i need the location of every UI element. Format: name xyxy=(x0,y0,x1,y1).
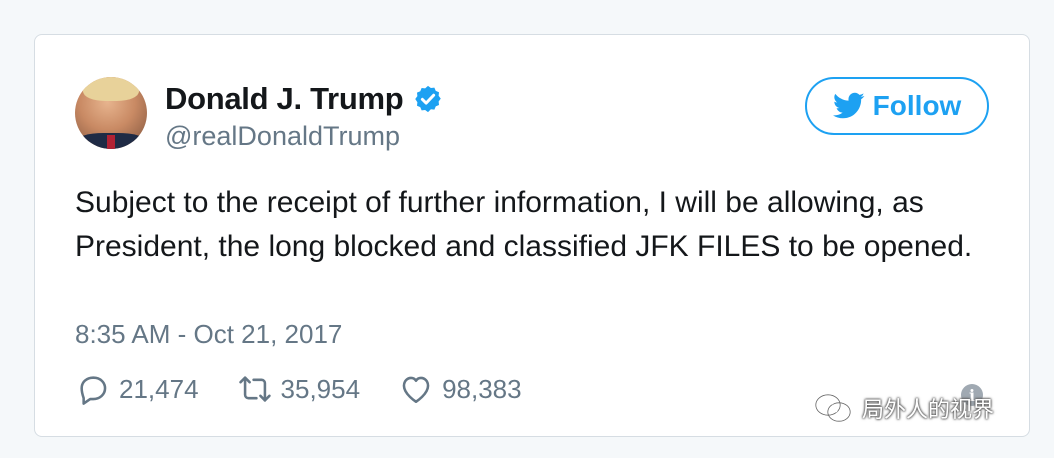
follow-button[interactable]: Follow xyxy=(805,77,989,135)
avatar[interactable] xyxy=(75,77,147,149)
name-row: Donald J. Trump xyxy=(165,81,443,117)
reply-count: 21,474 xyxy=(119,373,199,404)
watermark: 局外人的视界 xyxy=(814,392,994,424)
retweet-count: 35,954 xyxy=(280,373,361,404)
follow-label: Follow xyxy=(872,90,962,121)
verified-badge-icon xyxy=(415,85,442,113)
reply-button[interactable]: 21,474 xyxy=(75,372,199,406)
avatar-tie xyxy=(107,135,115,149)
tweet-text: Subject to the receipt of further inform… xyxy=(75,186,973,263)
like-icon xyxy=(402,376,430,404)
wechat-icon xyxy=(815,394,851,422)
like-count: 98,383 xyxy=(442,373,522,404)
watermark-text: 局外人的视界 xyxy=(862,397,995,422)
tweet-actions: 21,474 35,954 98,383 xyxy=(75,372,560,406)
user-handle[interactable]: @realDonaldTrump xyxy=(165,121,400,152)
retweet-icon xyxy=(238,376,271,402)
retweet-button[interactable]: 35,954 xyxy=(237,372,361,406)
twitter-bird-icon xyxy=(832,92,865,119)
like-button[interactable]: 98,383 xyxy=(398,372,522,406)
tweet-card: Donald J. Trump @realDonaldTrump Follow … xyxy=(34,34,1030,437)
tweet-timestamp[interactable]: 8:35 AM - Oct 21, 2017 xyxy=(75,319,342,350)
avatar-hair xyxy=(83,77,139,101)
display-name[interactable]: Donald J. Trump xyxy=(165,81,404,117)
reply-icon xyxy=(80,376,107,405)
